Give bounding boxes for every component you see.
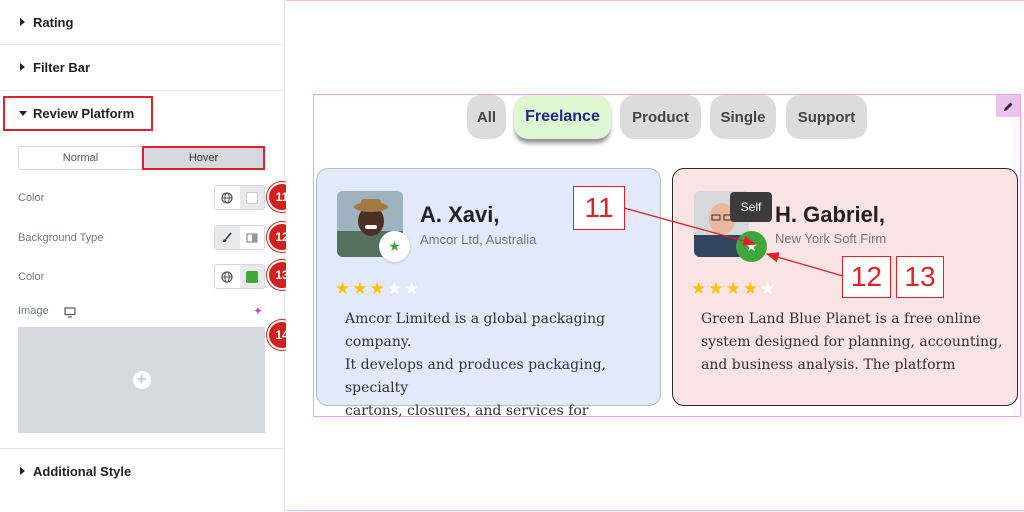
reviewer-company: Amcor Ltd, Australia bbox=[420, 232, 537, 247]
review-text-line: It develops and produces packaging, spec… bbox=[345, 357, 606, 396]
background-type-label: Background Type bbox=[18, 232, 104, 244]
desktop-icon[interactable] bbox=[64, 305, 76, 323]
review-text: Amcor Limited is a global packaging comp… bbox=[345, 308, 660, 423]
color-swatch[interactable] bbox=[239, 186, 264, 209]
section-rating[interactable]: Rating bbox=[0, 0, 285, 45]
caret-right-icon bbox=[20, 467, 25, 475]
image-upload-area[interactable]: + bbox=[18, 327, 265, 433]
color-swatch[interactable] bbox=[239, 265, 264, 288]
settings-panel: Rating Filter Bar Review Platform Normal… bbox=[0, 0, 297, 512]
color-control bbox=[214, 264, 265, 289]
review-text-line: and business analysis. The platform bbox=[701, 357, 956, 373]
section-rating-label: Rating bbox=[33, 15, 74, 30]
color-control bbox=[214, 185, 265, 210]
platform-badge: ★ bbox=[379, 231, 410, 262]
review-text-line: Green Land Blue Planet is a free online bbox=[701, 311, 981, 327]
caret-right-icon bbox=[20, 18, 25, 26]
reviewer-name: A. Xavi, bbox=[420, 202, 500, 227]
tooltip-text: Self bbox=[740, 200, 762, 214]
globe-icon[interactable] bbox=[215, 265, 240, 288]
section-additional-style[interactable]: Additional Style bbox=[0, 449, 285, 494]
star-filled-icon: ★ bbox=[335, 279, 353, 298]
filter-tab-all[interactable]: All bbox=[467, 95, 506, 139]
canvas-top-border bbox=[286, 0, 1024, 1]
star-empty-icon: ★ bbox=[760, 279, 778, 298]
state-normal-tab[interactable]: Normal bbox=[18, 146, 142, 170]
filter-tab-freelance[interactable]: Freelance bbox=[514, 95, 611, 139]
star-platform-icon: ★ bbox=[388, 238, 401, 254]
image-label: Image bbox=[18, 305, 49, 317]
section-filter-bar[interactable]: Filter Bar bbox=[0, 45, 285, 91]
pencil-icon bbox=[1003, 102, 1012, 111]
reviewer-company: New York Soft Firm bbox=[775, 231, 887, 246]
star-filled-icon: ★ bbox=[725, 279, 743, 298]
background-type-control bbox=[214, 225, 265, 250]
review-text-line: system designed for planning, accounting… bbox=[701, 334, 1003, 350]
review-text-line: cartons, closures, and services for bbox=[345, 403, 589, 419]
filter-tab-support[interactable]: Support bbox=[786, 95, 867, 139]
star-filled-icon: ★ bbox=[691, 279, 709, 298]
caret-right-icon bbox=[20, 63, 25, 71]
rating-stars: ★★★★★ bbox=[335, 279, 421, 299]
section-additional-style-label: Additional Style bbox=[33, 464, 132, 479]
screen: Rating Filter Bar Review Platform Normal… bbox=[0, 0, 1024, 512]
star-filled-icon: ★ bbox=[369, 279, 387, 298]
rating-stars: ★★★★★ bbox=[691, 279, 777, 299]
gradient-icon[interactable] bbox=[240, 226, 265, 249]
section-review-platform-label[interactable]: Review Platform bbox=[33, 106, 134, 121]
star-filled-icon: ★ bbox=[352, 279, 370, 298]
tooltip: Self bbox=[730, 192, 772, 222]
brush-icon[interactable] bbox=[215, 226, 240, 249]
state-hover-tab[interactable]: Hover bbox=[142, 146, 265, 170]
section-filter-bar-label: Filter Bar bbox=[33, 60, 91, 75]
edit-widget-button[interactable] bbox=[996, 95, 1020, 117]
star-empty-icon: ★ bbox=[404, 279, 422, 298]
globe-icon[interactable] bbox=[215, 186, 240, 209]
review-text-line: Amcor Limited is a global packaging comp… bbox=[345, 311, 606, 350]
color-label: Color bbox=[18, 192, 45, 204]
review-text: Green Land Blue Planet is a free online … bbox=[701, 308, 1002, 377]
reviewer-name: H. Gabriel, bbox=[775, 202, 886, 227]
add-icon[interactable]: + bbox=[132, 371, 151, 389]
ai-sparkle-icon[interactable]: ✦ bbox=[253, 304, 263, 318]
star-filled-icon: ★ bbox=[708, 279, 726, 298]
callout-11: 11 bbox=[573, 186, 625, 230]
filter-tab-product[interactable]: Product bbox=[620, 95, 701, 139]
filter-tab-single[interactable]: Single bbox=[710, 95, 776, 139]
star-empty-icon: ★ bbox=[386, 279, 404, 298]
canvas-bottom-border bbox=[286, 510, 1024, 511]
platform-badge: ★ bbox=[736, 231, 767, 262]
star-filled-icon: ★ bbox=[742, 279, 760, 298]
caret-down-icon bbox=[19, 111, 27, 116]
star-platform-icon: ★ bbox=[745, 238, 758, 254]
callout-13: 13 bbox=[896, 256, 944, 298]
callout-12: 12 bbox=[842, 256, 891, 298]
color-label: Color bbox=[18, 271, 45, 283]
